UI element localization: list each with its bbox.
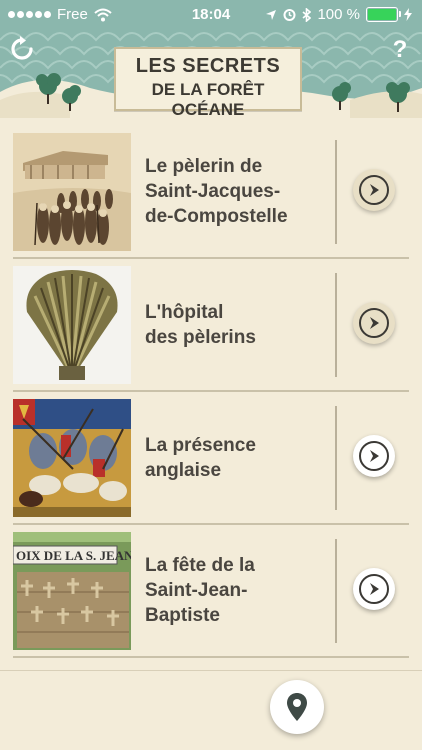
map-button[interactable] bbox=[270, 680, 324, 734]
app-title-plate: LES SECRETS DE LA FORÊT OCÉANE bbox=[114, 47, 302, 118]
chapter-list: Le pèlerin de Saint-Jacques- de-Composte… bbox=[13, 126, 409, 658]
title-line-2: DE LA FORÊT OCÉANE bbox=[151, 80, 265, 118]
bluetooth-icon bbox=[302, 7, 312, 22]
alarm-icon bbox=[283, 9, 296, 21]
chevron-right-icon bbox=[370, 583, 379, 595]
open-chapter-button[interactable] bbox=[353, 169, 395, 211]
list-item-label: La présence anglaise bbox=[145, 434, 256, 481]
battery-icon bbox=[366, 7, 401, 22]
divider bbox=[335, 406, 337, 510]
list-item[interactable]: Le pèlerin de Saint-Jacques- de-Composte… bbox=[13, 126, 409, 259]
open-chapter-button[interactable] bbox=[353, 568, 395, 610]
charging-icon bbox=[404, 8, 412, 21]
help-icon: ? bbox=[392, 36, 408, 63]
title-line-1: LES SECRETS bbox=[135, 55, 281, 77]
chevron-right-icon bbox=[370, 450, 379, 462]
sign-text: OIX DE LA S. JEAN bbox=[16, 548, 131, 563]
thumbnail-pilgrims bbox=[13, 133, 131, 251]
map-pin-icon bbox=[287, 693, 307, 721]
list-item[interactable]: OIX DE LA S. JEAN La fête de la Saint-Je… bbox=[13, 525, 409, 658]
thumbnail-saint-jean-crosses: OIX DE LA S. JEAN bbox=[13, 532, 131, 650]
list-item-label: L'hôpital des pèlerins bbox=[145, 301, 256, 348]
reload-icon bbox=[11, 36, 33, 60]
list-item[interactable]: La présence anglaise bbox=[13, 392, 409, 525]
location-arrow-icon bbox=[266, 9, 277, 20]
list-item-label: La fête de la Saint-Jean- Baptiste bbox=[145, 555, 255, 626]
list-item-label: Le pèlerin de Saint-Jacques- de-Composte… bbox=[145, 156, 288, 227]
battery-percent: 100 % bbox=[317, 6, 360, 23]
open-chapter-button[interactable] bbox=[353, 302, 395, 344]
chevron-right-icon bbox=[370, 184, 379, 196]
status-bar: Free 18:04 100 % bbox=[0, 0, 422, 30]
thumbnail-scallop-shell bbox=[13, 266, 131, 384]
divider bbox=[335, 273, 337, 377]
list-item[interactable]: L'hôpital des pèlerins bbox=[13, 259, 409, 392]
reload-button[interactable] bbox=[8, 36, 36, 64]
chevron-right-icon bbox=[370, 317, 379, 329]
open-chapter-button[interactable] bbox=[353, 435, 395, 477]
thumbnail-medieval-battle bbox=[13, 399, 131, 517]
help-button[interactable]: ? bbox=[386, 36, 414, 64]
divider bbox=[335, 140, 337, 244]
bottom-divider bbox=[0, 670, 422, 671]
divider bbox=[335, 539, 337, 643]
